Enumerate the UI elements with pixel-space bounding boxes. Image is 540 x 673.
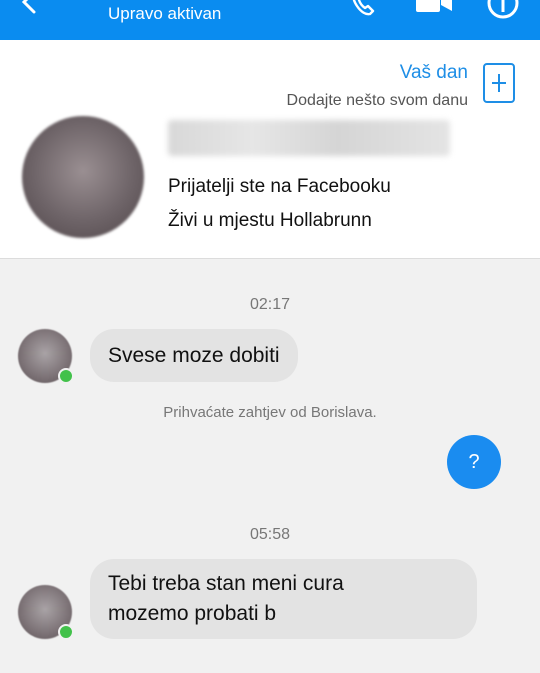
timestamp: 02:17 bbox=[249, 296, 291, 313]
my-message-bubble[interactable]: ? bbox=[447, 435, 501, 489]
friends-on-facebook-text: Prijatelji ste na Facebooku bbox=[168, 176, 391, 197]
message-bubble[interactable]: Tebi treba stan meni cura mozemo probati… bbox=[90, 559, 477, 639]
contact-avatar[interactable] bbox=[22, 116, 144, 238]
message-line: Tebi treba stan meni cura bbox=[108, 572, 344, 595]
message-line: mozemo probati b bbox=[108, 602, 277, 625]
video-camera-icon[interactable] bbox=[414, 0, 454, 16]
online-indicator bbox=[58, 368, 74, 384]
request-accepted-notice: Prihvaćate zahtjev od Borislava. bbox=[163, 404, 377, 421]
active-status: Upravo aktivan bbox=[108, 4, 222, 23]
message-bubble[interactable]: Svese moze dobiti bbox=[90, 329, 298, 382]
contact-name-redacted bbox=[168, 120, 450, 156]
timestamp: 05:58 bbox=[249, 526, 291, 543]
add-story-button[interactable] bbox=[483, 63, 515, 103]
online-indicator bbox=[58, 624, 74, 640]
your-day-title[interactable]: Vaš dan bbox=[400, 62, 468, 84]
conversation-header: Upravo aktivan bbox=[0, 0, 540, 40]
contact-profile-card: Prijatelji ste na Facebooku Živi u mjest… bbox=[0, 116, 540, 259]
lives-in-text: Živi u mjestu Hollabrunn bbox=[168, 210, 372, 231]
your-day-subtitle: Dodajte nešto svom danu bbox=[286, 92, 468, 109]
back-arrow-icon[interactable] bbox=[18, 0, 42, 14]
info-icon[interactable] bbox=[486, 0, 520, 20]
phone-icon[interactable] bbox=[349, 0, 377, 18]
